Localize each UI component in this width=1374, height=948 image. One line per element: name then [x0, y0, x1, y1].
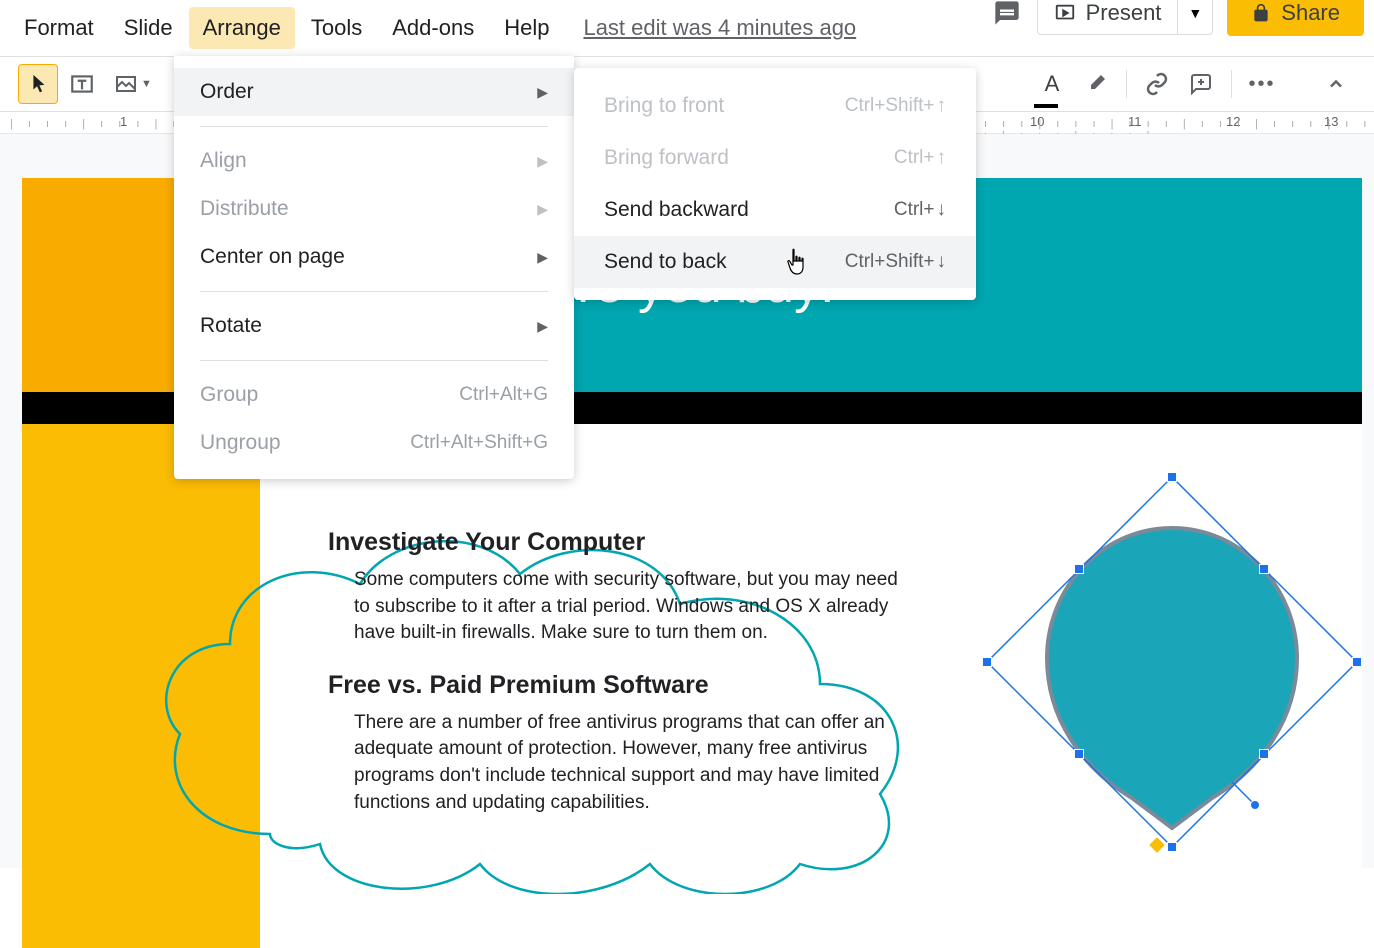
menu-format[interactable]: Format	[10, 7, 108, 49]
present-dropdown-arrow[interactable]: ▼	[1178, 5, 1212, 21]
comment-tool[interactable]	[1181, 64, 1221, 104]
teal-teardrop-shape[interactable]	[1042, 518, 1302, 838]
present-button[interactable]: Present ▼	[1037, 0, 1214, 35]
highlight-tool[interactable]	[1076, 64, 1116, 104]
submenu-arrow-icon: ▶	[537, 153, 548, 170]
menu-rotate[interactable]: Rotate ▶	[174, 302, 574, 350]
selection-handle[interactable]	[1352, 657, 1362, 667]
menu-ungroup: Ungroup Ctrl+Alt+Shift+G	[174, 419, 574, 467]
link-tool[interactable]	[1137, 64, 1177, 104]
menu-center-on-page[interactable]: Center on page ▶	[174, 233, 574, 281]
menu-align: Align ▶	[174, 137, 574, 185]
submenu-arrow-icon: ▶	[537, 318, 548, 335]
arrange-menu: Order ▶ Align ▶ Distribute ▶ Center on p…	[174, 56, 574, 479]
adjust-handle[interactable]	[1149, 837, 1165, 853]
menu-tools[interactable]: Tools	[297, 7, 376, 49]
present-label: Present	[1086, 0, 1162, 26]
last-edit-link[interactable]: Last edit was 4 minutes ago	[583, 15, 856, 41]
menu-slide[interactable]: Slide	[110, 7, 187, 49]
menubar: Format Slide Arrange Tools Add-ons Help …	[0, 0, 1374, 56]
submenu-arrow-icon: ▶	[537, 84, 548, 101]
slide-content: Investigate Your Computer Some computers…	[328, 528, 908, 840]
share-button[interactable]: Share	[1227, 0, 1364, 36]
menu-distribute: Distribute ▶	[174, 185, 574, 233]
top-right-controls: Present ▼ Share	[991, 0, 1364, 36]
menu-arrange[interactable]: Arrange	[189, 7, 295, 49]
section1-title: Investigate Your Computer	[328, 528, 908, 557]
share-label: Share	[1281, 0, 1340, 26]
section1-body: Some computers come with security softwa…	[354, 567, 908, 647]
submenu-arrow-icon: ▶	[537, 249, 548, 266]
menu-bring-forward: Bring forward Ctrl+↑	[574, 132, 976, 184]
text-color-tool[interactable]: A	[1032, 64, 1072, 104]
select-tool[interactable]	[18, 64, 58, 104]
textbox-tool[interactable]	[62, 64, 102, 104]
section2-body: There are a number of free antivirus pro…	[354, 710, 908, 816]
order-submenu: Bring to front Ctrl+Shift+↑ Bring forwar…	[574, 68, 976, 300]
menu-addons[interactable]: Add-ons	[378, 7, 488, 49]
collapse-toolbar[interactable]	[1316, 64, 1356, 104]
menu-order[interactable]: Order ▶	[174, 68, 574, 116]
section2-title: Free vs. Paid Premium Software	[328, 671, 908, 700]
more-tool[interactable]: •••	[1242, 64, 1282, 104]
menu-send-to-back[interactable]: Send to back Ctrl+Shift+↓	[574, 236, 976, 288]
menu-group: Group Ctrl+Alt+G	[174, 371, 574, 419]
menu-help[interactable]: Help	[490, 7, 563, 49]
menu-send-backward[interactable]: Send backward Ctrl+↓	[574, 184, 976, 236]
image-tool[interactable]: ▼	[106, 64, 160, 104]
selection-handle[interactable]	[1167, 842, 1177, 852]
selection-handle[interactable]	[1167, 472, 1177, 482]
menu-bring-to-front: Bring to front Ctrl+Shift+↑	[574, 80, 976, 132]
submenu-arrow-icon: ▶	[537, 201, 548, 218]
comment-icon[interactable]	[991, 0, 1023, 29]
